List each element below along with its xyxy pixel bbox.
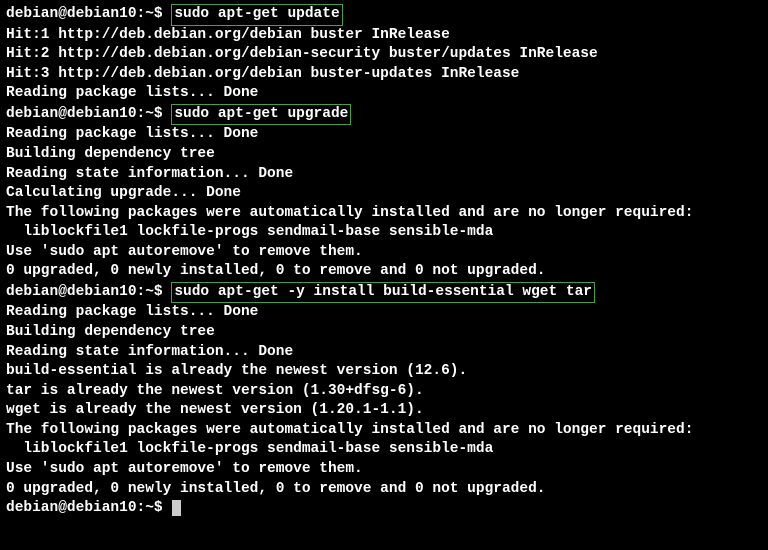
- output-line: liblockfile1 lockfile-progs sendmail-bas…: [6, 223, 762, 243]
- output-line: Calculating upgrade... Done: [6, 184, 762, 204]
- shell-prompt: debian@debian10:~$: [6, 6, 171, 22]
- output-line: liblockfile1 lockfile-progs sendmail-bas…: [6, 440, 762, 460]
- command-3: sudo apt-get -y install build-essential …: [171, 282, 595, 304]
- output-line: build-essential is already the newest ve…: [6, 362, 762, 382]
- output-line: Use 'sudo apt autoremove' to remove them…: [6, 243, 762, 263]
- shell-prompt: debian@debian10:~$: [6, 284, 171, 300]
- output-line: tar is already the newest version (1.30+…: [6, 382, 762, 402]
- prompt-line-2: debian@debian10:~$ sudo apt-get upgrade: [6, 104, 762, 126]
- command-1: sudo apt-get update: [171, 4, 342, 26]
- output-line: Use 'sudo apt autoremove' to remove them…: [6, 460, 762, 480]
- output-line: Hit:1 http://deb.debian.org/debian buste…: [6, 26, 762, 46]
- shell-prompt: debian@debian10:~$: [6, 106, 171, 122]
- cursor: [172, 500, 181, 516]
- output-line: Building dependency tree: [6, 145, 762, 165]
- output-line: Reading package lists... Done: [6, 84, 762, 104]
- output-line: The following packages were automaticall…: [6, 204, 762, 224]
- output-line: Reading package lists... Done: [6, 303, 762, 323]
- prompt-line-1: debian@debian10:~$ sudo apt-get update: [6, 4, 762, 26]
- output-line: 0 upgraded, 0 newly installed, 0 to remo…: [6, 480, 762, 500]
- output-line: The following packages were automaticall…: [6, 421, 762, 441]
- output-line: 0 upgraded, 0 newly installed, 0 to remo…: [6, 262, 762, 282]
- output-line: Hit:2 http://deb.debian.org/debian-secur…: [6, 45, 762, 65]
- prompt-line-4[interactable]: debian@debian10:~$: [6, 499, 762, 519]
- command-2: sudo apt-get upgrade: [171, 104, 351, 126]
- output-line: Reading state information... Done: [6, 165, 762, 185]
- shell-prompt: debian@debian10:~$: [6, 500, 171, 516]
- output-line: Reading package lists... Done: [6, 125, 762, 145]
- prompt-line-3: debian@debian10:~$ sudo apt-get -y insta…: [6, 282, 762, 304]
- output-line: Hit:3 http://deb.debian.org/debian buste…: [6, 65, 762, 85]
- output-line: wget is already the newest version (1.20…: [6, 401, 762, 421]
- output-line: Reading state information... Done: [6, 343, 762, 363]
- output-line: Building dependency tree: [6, 323, 762, 343]
- terminal[interactable]: debian@debian10:~$ sudo apt-get update H…: [6, 4, 762, 519]
